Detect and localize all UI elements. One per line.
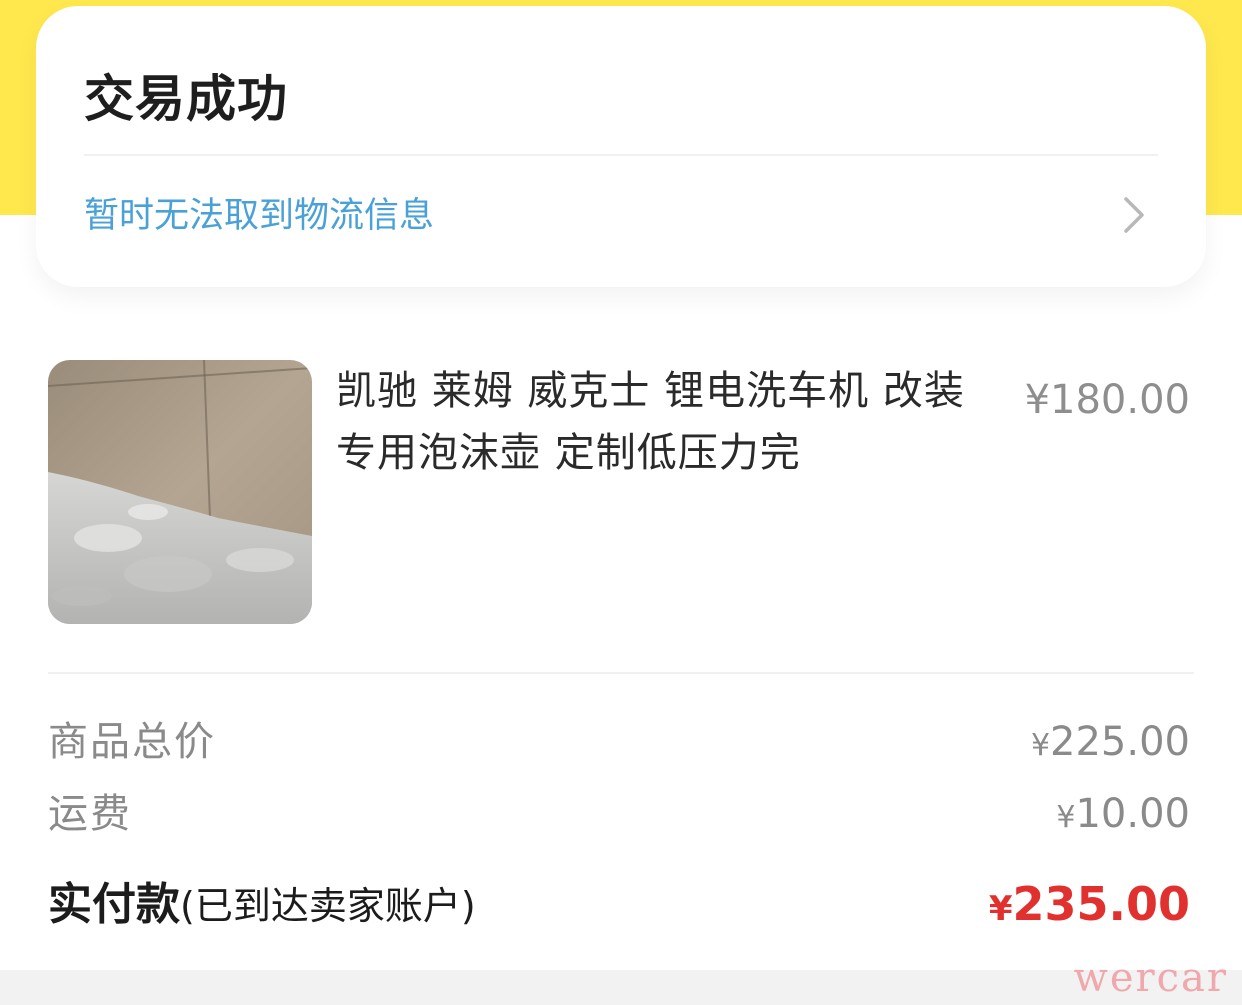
paid-total-amount: 235.00 [1012,877,1190,931]
paid-note: (已到达卖家账户) [180,884,476,928]
paid-amount-row: 实付款(已到达卖家账户) ¥235.00 [48,872,1194,938]
subtotal-value: ¥225.00 [1031,714,1190,774]
chevron-right-icon [1124,197,1144,233]
order-status-title: 交易成功 [84,70,288,128]
subtotal-amount: 225.00 [1050,719,1190,765]
shipping-label: 运费 [48,791,132,837]
currency-symbol: ¥ [1056,800,1076,835]
subtotal-label: 商品总价 [48,719,216,765]
paid-total: ¥235.00 [989,874,1190,939]
shipping-amount: 10.00 [1075,791,1190,837]
product-price: ¥180.00 [1024,377,1190,423]
product-title[interactable]: 凯驰 莱姆 威克士 锂电洗车机 改装专用泡沫壶 定制低压力完 [336,360,966,484]
watermark: wercar [1073,955,1228,1001]
currency-symbol: ¥ [988,889,1013,929]
bottom-background [0,970,1242,1005]
product-thumbnail[interactable] [48,360,312,624]
product-image [48,360,312,624]
divider [48,672,1194,674]
paid-label: 实付款(已到达卖家账户) [48,876,476,935]
order-status-card: 交易成功 暂时无法取到物流信息 [36,6,1206,287]
logistics-info-text: 暂时无法取到物流信息 [84,196,435,236]
logistics-info-row[interactable]: 暂时无法取到物流信息 [84,181,1158,251]
shipping-value: ¥10.00 [1056,786,1190,846]
currency-symbol: ¥ [1030,728,1051,763]
paid-label-text: 实付款 [48,879,180,930]
divider [84,154,1158,156]
